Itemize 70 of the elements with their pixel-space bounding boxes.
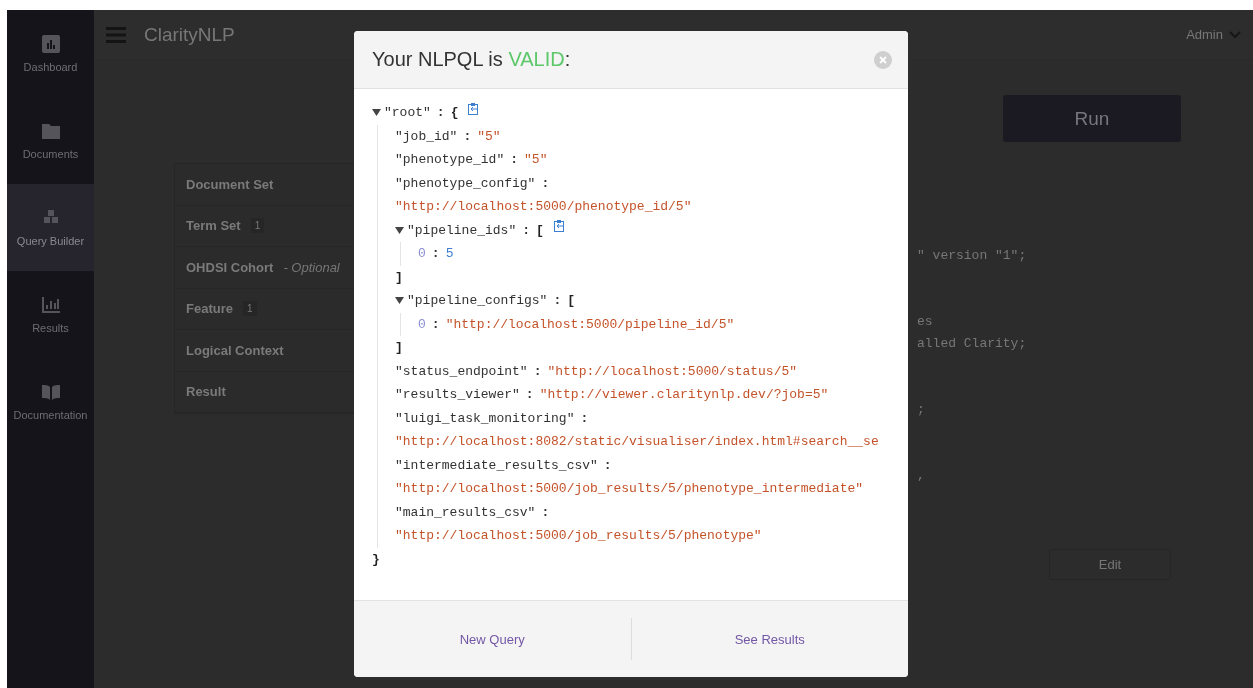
json-value: "http://viewer.claritynlp.dev/?job=5" bbox=[539, 387, 829, 403]
json-separator: : bbox=[553, 293, 562, 309]
user-menu[interactable]: Admin bbox=[1186, 27, 1241, 42]
json-value: "http://localhost:8082/static/visualiser/index.html#search__se bbox=[395, 434, 879, 450]
json-separator: : bbox=[522, 222, 531, 238]
json-separator: : bbox=[525, 387, 534, 403]
code-line: ; bbox=[917, 401, 926, 419]
sidebar-item[interactable]: Dashboard bbox=[7, 10, 94, 97]
section-title: Document Set bbox=[186, 176, 274, 192]
dialog-button[interactable]: See Results bbox=[631, 601, 908, 677]
json-separator: : bbox=[431, 246, 440, 262]
json-value: "http://localhost:5000/status/5" bbox=[547, 363, 798, 379]
sidebar-item[interactable]: Query Builder bbox=[7, 184, 94, 271]
json-key: 0 bbox=[418, 316, 426, 332]
dialog-button[interactable]: New Query bbox=[354, 601, 631, 677]
collapse-toggle-icon[interactable] bbox=[395, 226, 404, 234]
collapse-toggle-icon[interactable] bbox=[372, 109, 381, 117]
sidebar-item[interactable]: Documentation bbox=[7, 358, 94, 445]
json-separator: : bbox=[603, 457, 612, 473]
json-bracket: } bbox=[372, 551, 380, 567]
copy-icon[interactable] bbox=[468, 102, 480, 115]
count-badge: 1 bbox=[242, 301, 257, 317]
json-key: "intermediate_results_csv" bbox=[395, 457, 598, 473]
book-icon bbox=[40, 382, 61, 401]
json-value: "5" bbox=[524, 152, 548, 168]
json-separator: : bbox=[436, 105, 445, 121]
json-key: "root" bbox=[384, 105, 431, 121]
json-bracket: ] bbox=[395, 269, 403, 285]
count-badge: 1 bbox=[250, 218, 265, 234]
json-separator: : bbox=[541, 504, 550, 520]
edit-button[interactable]: Edit bbox=[1049, 549, 1171, 580]
sidebar-item[interactable]: Documents bbox=[7, 97, 94, 184]
json-bracket: ] bbox=[395, 340, 403, 356]
code-line: es bbox=[917, 313, 934, 331]
json-separator: : bbox=[463, 128, 472, 144]
close-icon bbox=[879, 55, 887, 64]
json-separator: : bbox=[510, 152, 519, 168]
section-title: OHDSI Cohort bbox=[186, 259, 274, 275]
code-line: " version "1"; bbox=[917, 247, 1027, 265]
json-bracket: [ bbox=[536, 222, 544, 238]
dialog-title: Your NLPQL is VALID: bbox=[372, 48, 571, 71]
json-separator: : bbox=[580, 410, 589, 426]
app-title: ClarityNLP bbox=[144, 23, 235, 46]
json-value: 5 bbox=[445, 246, 454, 262]
json-value: "http://localhost:5000/job_results/5/phenotype_intermediate" bbox=[395, 481, 864, 497]
sidebar-item[interactable]: Results bbox=[7, 271, 94, 358]
json-key: "main_results_csv" bbox=[395, 504, 536, 520]
json-key: "luigi_task_monitoring" bbox=[395, 410, 575, 426]
section-title: Feature bbox=[186, 301, 233, 317]
json-separator: : bbox=[431, 316, 440, 332]
run-button[interactable]: Run bbox=[1003, 95, 1181, 142]
section-title: Logical Context bbox=[186, 342, 284, 358]
section-note: - Optional bbox=[283, 259, 340, 275]
json-bracket: [ bbox=[567, 293, 576, 309]
chart-icon bbox=[40, 34, 61, 53]
json-separator: : bbox=[541, 175, 550, 191]
bar-chart-icon bbox=[40, 295, 61, 314]
json-key: 0 bbox=[418, 246, 426, 262]
code-line: alled Clarity; bbox=[917, 335, 1027, 353]
code-line: , bbox=[917, 467, 926, 485]
json-bracket: { bbox=[450, 105, 459, 121]
json-key: "job_id" bbox=[395, 128, 458, 144]
copy-icon[interactable] bbox=[553, 220, 565, 233]
section-title: Term Set bbox=[186, 218, 241, 234]
json-separator: : bbox=[533, 363, 542, 379]
section-title: Result bbox=[186, 384, 226, 400]
json-value: "5" bbox=[477, 128, 501, 144]
json-value: "http://localhost:5000/job_results/5/phenotype" bbox=[395, 528, 762, 544]
collapse-toggle-icon[interactable] bbox=[395, 297, 404, 305]
folder-icon bbox=[40, 121, 61, 140]
